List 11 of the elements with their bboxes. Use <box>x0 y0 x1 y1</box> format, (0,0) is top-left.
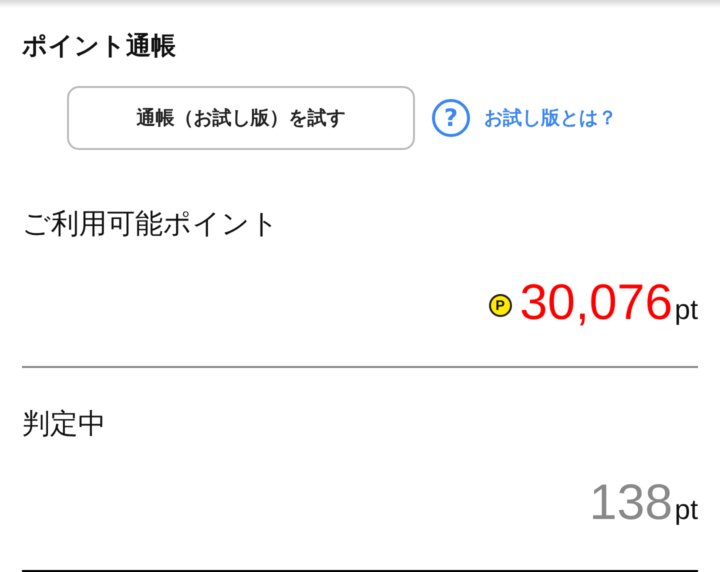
trial-button[interactable]: 通帳（お試し版）を試す <box>67 86 415 150</box>
help-link[interactable]: ? お試し版とは？ <box>432 99 617 137</box>
balance-label: 判定中 <box>22 406 106 442</box>
point-coin-icon: P <box>488 294 512 316</box>
help-icon: ? <box>432 99 470 137</box>
point-unit: pt <box>674 294 698 326</box>
page-title: ポイント通帳 <box>22 30 177 62</box>
point-value: 30,076 <box>520 274 673 330</box>
point-value: 138 <box>589 474 673 530</box>
balance-label: ご利用可能ポイント <box>22 206 279 242</box>
point-unit: pt <box>674 494 698 526</box>
